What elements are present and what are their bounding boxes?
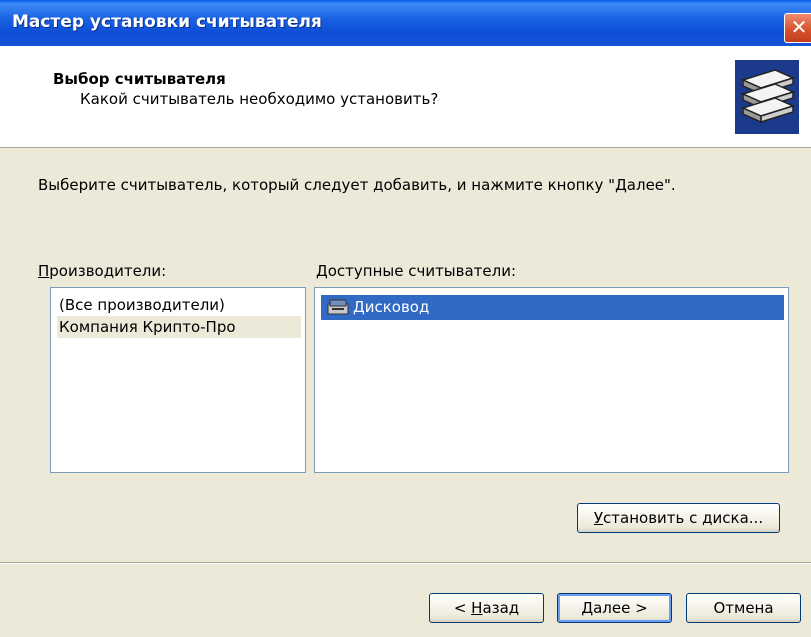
manufacturers-list[interactable]: (Все производители) Компания Крипто-Про — [50, 287, 306, 473]
header-subtitle: Какой считыватель необходимо установить? — [80, 90, 439, 108]
next-button[interactable]: Далее > — [557, 593, 672, 623]
list-item[interactable]: (Все производители) — [59, 296, 225, 314]
cancel-button[interactable]: Отмена — [686, 593, 801, 623]
title-bar[interactable]: Мастер установки считывателя ✕ — [0, 0, 811, 46]
reader-label: Дисковод — [353, 298, 430, 316]
install-from-disk-button[interactable]: Установить с диска... — [577, 503, 780, 533]
floppy-drive-icon — [327, 299, 349, 315]
card-reader-stack-icon — [735, 60, 799, 134]
list-item-selected[interactable]: Дисковод — [321, 295, 784, 320]
header-title: Выбор считывателя — [53, 70, 226, 88]
wizard-header: Выбор считывателя Какой считыватель необ… — [0, 46, 811, 148]
readers-label: Доступные считыватели: — [316, 262, 517, 280]
instruction-text: Выберите считыватель, который следует до… — [38, 176, 676, 194]
close-button[interactable]: ✕ — [784, 13, 811, 43]
list-item[interactable]: Компания Крипто-Про — [57, 316, 301, 338]
readers-list[interactable]: Дисковод — [314, 287, 789, 473]
manufacturers-label: Производители: — [38, 262, 167, 280]
footer-divider — [0, 562, 811, 564]
close-icon: ✕ — [790, 15, 808, 39]
back-button[interactable]: < Назад — [429, 593, 544, 623]
window-title: Мастер установки считывателя — [12, 12, 322, 32]
